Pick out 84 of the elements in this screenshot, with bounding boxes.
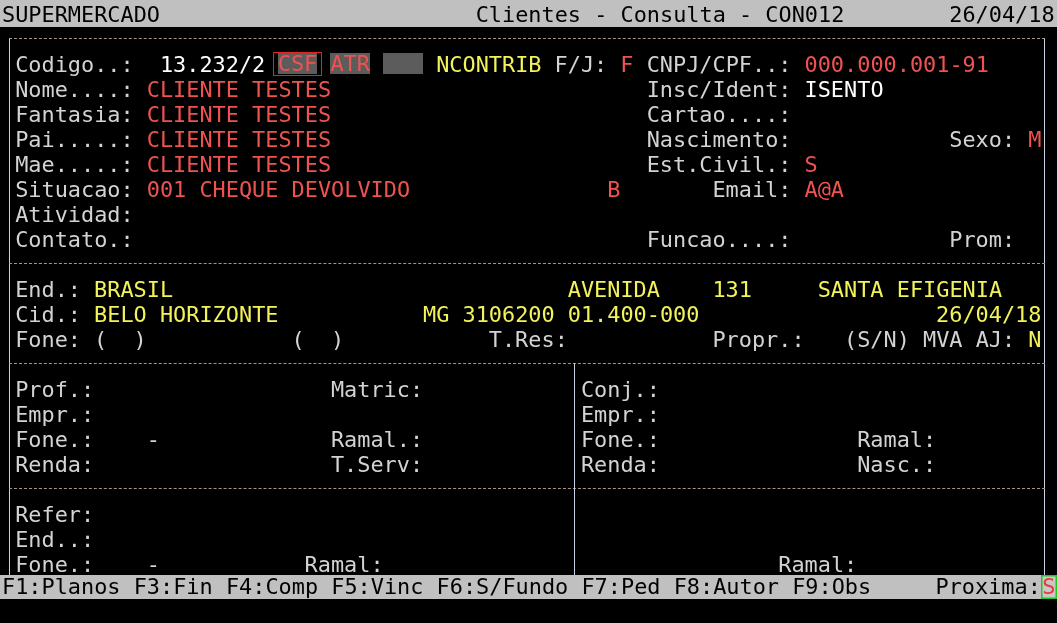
field-label: End..: xyxy=(15,526,95,552)
function-key-hint: F3:Fin xyxy=(133,575,213,599)
field-label: Contato.: xyxy=(15,226,134,252)
field-label: Fone.: xyxy=(15,426,95,452)
field-label: Nasc.: xyxy=(857,451,937,477)
field-label: Fantasia: xyxy=(15,101,134,127)
field-label: Empr.: xyxy=(580,401,660,427)
field-value: S xyxy=(804,151,818,177)
function-key-hint: F5:Vinc xyxy=(331,575,424,599)
field-value: 26/04/18 xyxy=(936,301,1042,327)
field-label: Ramal: xyxy=(304,551,384,577)
field-label: Ramal: xyxy=(778,551,858,577)
function-key-hint: F1:Planos xyxy=(2,575,121,599)
field-value: AVENIDA xyxy=(567,276,660,302)
field-label: Prof.: xyxy=(15,376,95,402)
prompt-field[interactable]: S xyxy=(1040,575,1057,599)
field-value: ( ) xyxy=(291,326,345,352)
field-value: CLIENTE TESTES xyxy=(146,126,332,152)
field-value: 01.400-000 xyxy=(567,301,700,327)
field-label: Situacao: xyxy=(15,176,134,202)
field-value: MG xyxy=(423,301,450,327)
field-value: F xyxy=(620,51,634,77)
field-value: 3106200 xyxy=(462,301,555,327)
field-label: Refer: xyxy=(15,501,95,527)
field-value: M xyxy=(1028,126,1042,152)
field-value: NCONTRIB xyxy=(436,51,542,77)
function-key-hint: F7:Ped xyxy=(581,575,661,599)
field-value: - xyxy=(146,426,160,452)
field-value: CLIENTE TESTES xyxy=(146,76,332,102)
field-value: CLIENTE TESTES xyxy=(146,151,332,177)
field-label: Fone: xyxy=(15,326,81,352)
field-label: Codigo..: xyxy=(15,51,134,77)
field-value: BRASIL xyxy=(94,276,174,302)
function-key-hint: F4:Comp xyxy=(225,575,319,599)
field-label: Cartao....: xyxy=(646,101,792,127)
field-value: N xyxy=(1028,326,1042,352)
field-label: Mae.....: xyxy=(15,151,134,177)
function-key-hint: F6:S/Fundo xyxy=(436,575,569,599)
field-value: CLIENTE TESTES xyxy=(146,101,332,127)
field-label: Est.Civil.: xyxy=(646,151,792,177)
field-value: ( ) xyxy=(94,326,147,352)
field-value: 000.000.001-91 xyxy=(804,51,989,77)
status-tag: CSF xyxy=(272,51,323,76)
prompt-label: Proxima: xyxy=(935,575,1041,599)
field-label: F/J: xyxy=(554,51,608,77)
field-label: Prom: xyxy=(949,226,1016,252)
function-key-hint: F8:Autor xyxy=(673,575,779,599)
field-value: 131 xyxy=(712,276,752,302)
field-label: Propr.: xyxy=(712,326,805,352)
field-label: Conj.: xyxy=(580,376,660,402)
field-label: Renda: xyxy=(15,451,95,477)
function-key-hint: F9:Obs xyxy=(792,575,872,599)
field-value: B xyxy=(607,176,621,202)
field-label: Nome....: xyxy=(15,76,134,102)
screen-title: Clientes - Consulta - CON012 xyxy=(475,1,845,27)
field-value: - xyxy=(146,551,160,577)
field-label: Insc/Ident: xyxy=(646,76,792,102)
field-value: ISENTO xyxy=(804,76,884,102)
field-label: Matric: xyxy=(330,376,424,402)
field-label: (S/N) MVA AJ: xyxy=(844,326,1016,352)
field-value: BELO HORIZONTE xyxy=(94,301,279,327)
field-label: T.Res: xyxy=(488,326,568,352)
field-label: Ramal.: xyxy=(330,426,424,452)
field-label: Empr.: xyxy=(15,401,95,427)
field-value: 001 CHEQUE DEVOLVIDO xyxy=(146,176,411,202)
field-label: Funcao....: xyxy=(646,226,792,252)
field-label: CNPJ/CPF..: xyxy=(646,51,792,77)
field-label: Pai.....: xyxy=(15,126,134,152)
field-label: Sexo: xyxy=(949,126,1016,152)
field-label: Fone.: xyxy=(15,551,95,577)
field-label: T.Serv: xyxy=(330,451,424,477)
field-label: Fone.: xyxy=(580,426,660,452)
field-label: Email: xyxy=(712,176,792,202)
field-value: A@A xyxy=(804,176,845,202)
field-label: Nascimento: xyxy=(646,126,792,152)
field-label: Ramal: xyxy=(857,426,937,452)
field-label: End.: xyxy=(15,276,81,302)
field-value: 13.232/2 xyxy=(159,51,266,77)
system-name: SUPERMERCADO xyxy=(2,1,161,27)
date-text: 26/04/18 xyxy=(949,1,1055,27)
field-value: SANTA EFIGENIA xyxy=(817,276,1003,302)
field-label: Atividad: xyxy=(15,201,134,227)
field-label: Cid.: xyxy=(15,301,81,327)
field-label: Renda: xyxy=(580,451,660,477)
